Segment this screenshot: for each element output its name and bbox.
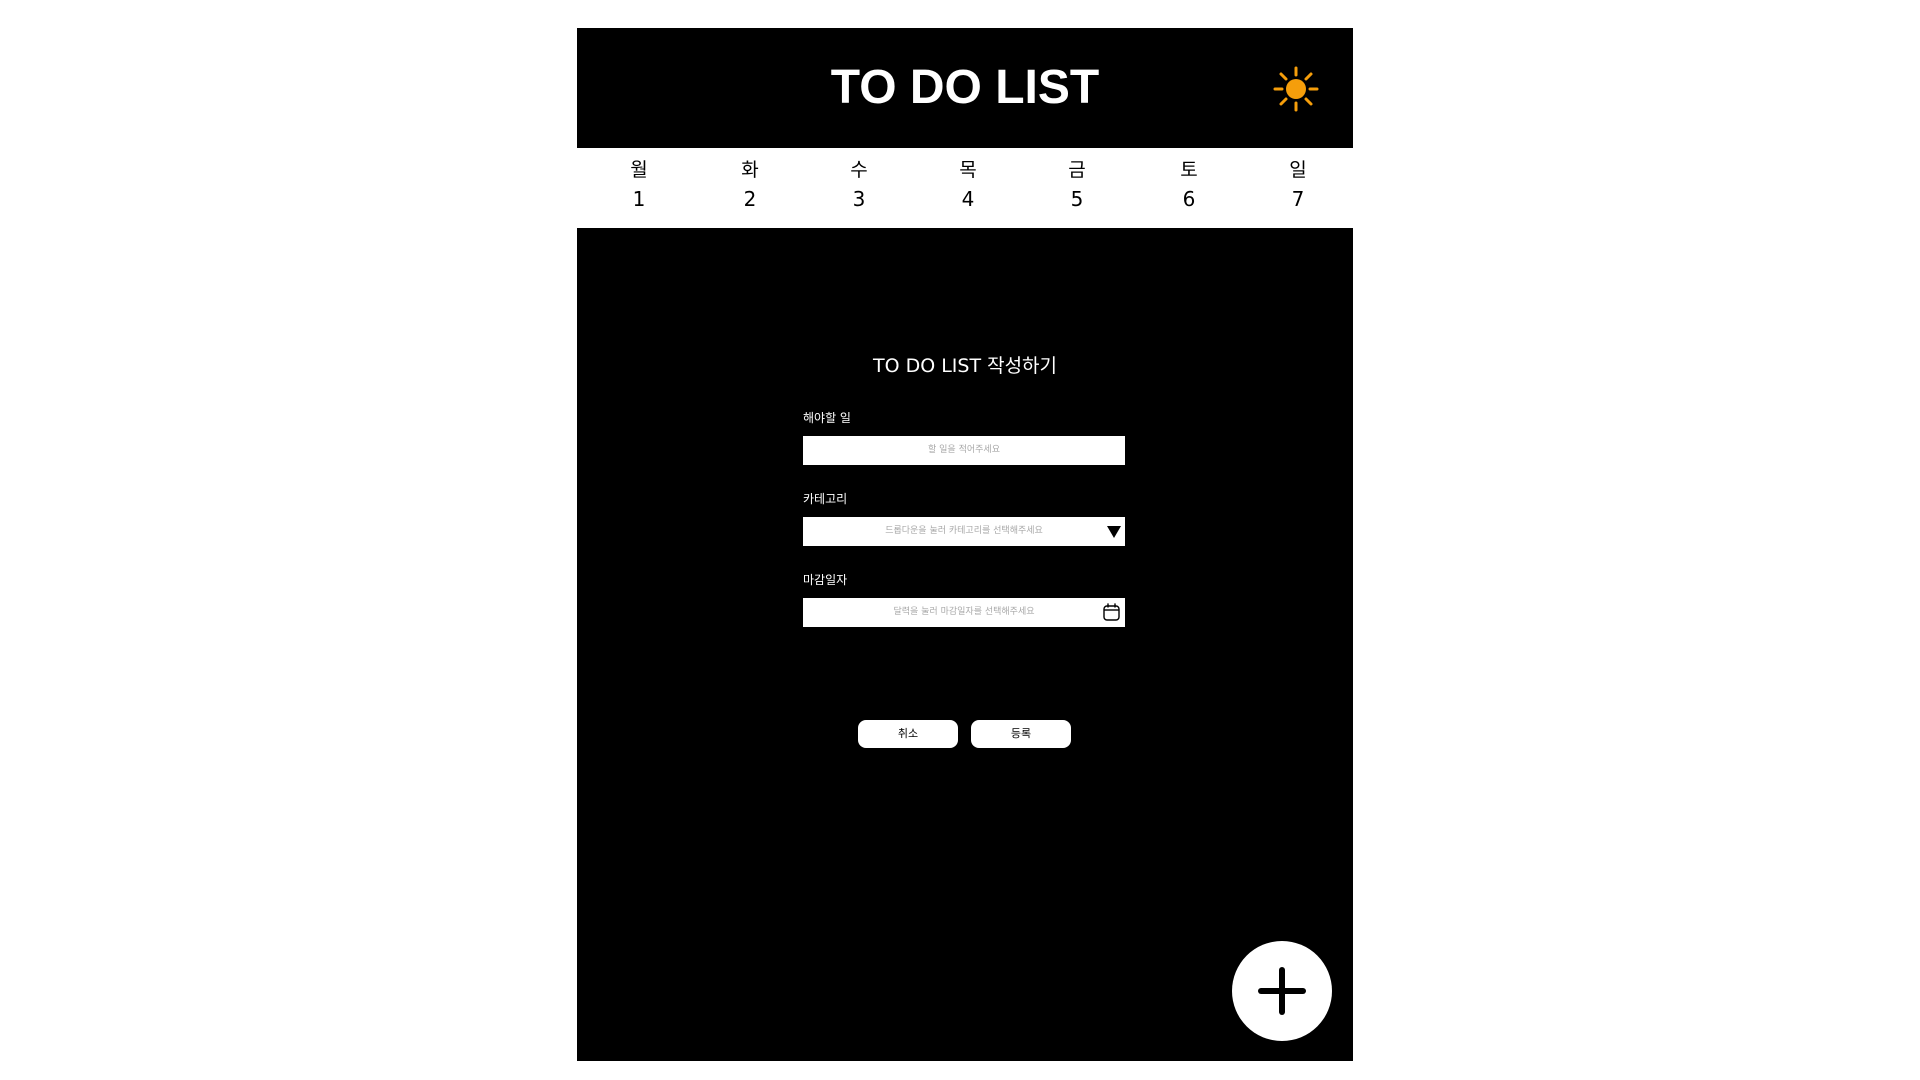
day-number: 7 [1291,187,1305,211]
category-label: 카테고리 [803,492,848,506]
page-title: TO DO LIST [830,61,1100,114]
day-saturday[interactable]: 토 6 [1159,156,1219,220]
deadline-date-input[interactable]: 달력을 눌러 마감일자를 선택해주세요 [803,598,1125,627]
day-tuesday[interactable]: 화 2 [720,156,780,220]
task-label: 해야할 일 [803,411,851,425]
category-select[interactable]: 드롭다운을 눌러 카테고리를 선택해주세요 [803,517,1125,546]
day-of-week-label: 화 [741,159,759,181]
task-input[interactable]: 할 일을 적어주세요 [803,436,1125,465]
day-of-week-label: 월 [630,159,648,181]
day-of-week-label: 수 [850,159,868,181]
sun-icon [1273,66,1319,112]
day-of-week-label: 금 [1068,159,1086,181]
day-wednesday[interactable]: 수 3 [829,156,889,220]
deadline-input-placeholder: 달력을 눌러 마감일자를 선택해주세요 [893,607,1035,617]
day-number: 1 [632,187,646,211]
category-select-placeholder: 드롭다운을 눌러 카테고리를 선택해주세요 [885,526,1043,536]
app-header: TO DO LIST [577,28,1353,148]
form-title: TO DO LIST 작성하기 [872,355,1058,377]
cancel-button[interactable]: 취소 [858,720,958,748]
week-day-bar: 월 1 화 2 수 3 목 4 금 5 토 6 일 7 [577,148,1353,228]
day-number: 2 [743,187,757,211]
day-number: 5 [1070,187,1084,211]
day-of-week-label: 토 [1180,159,1198,181]
calendar-icon[interactable] [1102,603,1121,622]
submit-button[interactable]: 등록 [971,720,1071,748]
day-friday[interactable]: 금 5 [1047,156,1107,220]
day-sunday[interactable]: 일 7 [1268,156,1328,220]
theme-toggle-button[interactable] [1273,66,1319,112]
day-of-week-label: 목 [959,159,977,181]
dropdown-triangle-icon[interactable] [1107,524,1121,539]
day-of-week-label: 일 [1289,159,1307,181]
add-todo-button[interactable] [1232,941,1332,1041]
day-number: 6 [1182,187,1196,211]
day-number: 3 [852,187,866,211]
day-thursday[interactable]: 목 4 [938,156,998,220]
deadline-label: 마감일자 [803,573,848,587]
task-input-placeholder: 할 일을 적어주세요 [928,445,1000,455]
day-number: 4 [961,187,975,211]
plus-icon [1258,967,1306,1015]
day-monday[interactable]: 월 1 [609,156,669,220]
todo-app: TO DO LIST 월 1 화 2 수 3 목 4 금 5 토 6 일 7 T… [577,28,1353,1061]
